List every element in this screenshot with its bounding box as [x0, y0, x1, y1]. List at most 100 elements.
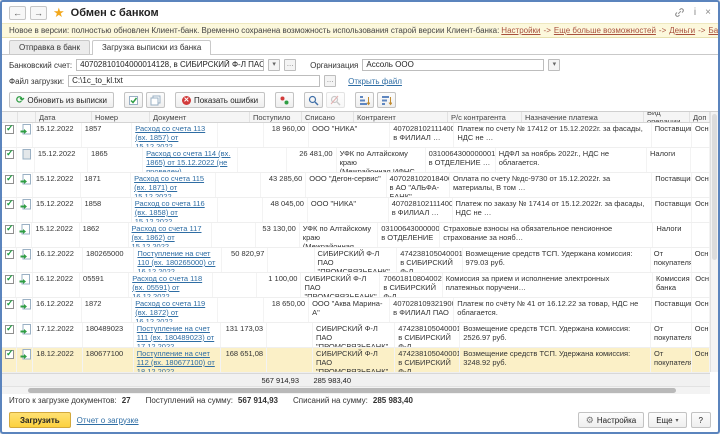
- tab-send-to-bank[interactable]: Отправка в банк: [9, 40, 90, 54]
- document-link[interactable]: Расход со счета 116 (вх. 1858) от 15.12.…: [135, 199, 205, 222]
- column-header-received[interactable]: Поступило: [250, 112, 302, 122]
- show-errors-button[interactable]: ✕ Показать ошибки: [175, 92, 265, 108]
- organization-dropdown-icon[interactable]: ▾: [548, 59, 560, 71]
- close-window-icon[interactable]: ×: [705, 7, 711, 18]
- load-report-link[interactable]: Отчет о загрузке: [77, 416, 139, 425]
- tab-load-statement[interactable]: Загрузка выписки из банка: [92, 40, 211, 55]
- horizontal-scrollbar[interactable]: [2, 386, 710, 394]
- notification-link-money[interactable]: Деньги: [669, 26, 695, 35]
- row-checkbox[interactable]: [5, 175, 14, 184]
- dop-cell: Осн: [692, 323, 710, 347]
- table-row[interactable]: 16.12.2022 05591 Расход со счета 118 (вх…: [2, 273, 710, 298]
- link-icon[interactable]: [674, 7, 685, 18]
- number-cell: 1858: [82, 198, 132, 222]
- row-checkbox[interactable]: [5, 300, 14, 309]
- vertical-scrollbar[interactable]: [710, 112, 718, 372]
- open-file-link[interactable]: Открыть файл: [348, 77, 402, 86]
- document-link[interactable]: Поступление на счет 110 (вх. 180265000) …: [137, 249, 215, 272]
- bank-account-choose-icon[interactable]: …: [284, 59, 296, 71]
- load-button[interactable]: Загрузить: [9, 412, 71, 428]
- document-link[interactable]: Расход со счета 119 (вх. 1872) от 16.12.…: [135, 299, 205, 322]
- dop-cell: [691, 148, 710, 172]
- document-state-icon: [20, 299, 31, 310]
- notification-link-bank[interactable]: Банк: [708, 26, 718, 35]
- horizontal-scrollbar-thumb[interactable]: [28, 388, 676, 393]
- forward-button[interactable]: →: [30, 6, 47, 20]
- sort-ascending-button[interactable]: [355, 92, 374, 108]
- row-checkbox[interactable]: [5, 125, 14, 134]
- notification-link-more-features[interactable]: Еще больше возможностей: [554, 26, 656, 35]
- document-link[interactable]: Расход со счета 115 (вх. 1871) от 15.12.…: [134, 174, 204, 197]
- document-link[interactable]: Поступление на счет 112 (вх. 180677100) …: [137, 349, 215, 372]
- date-cell: 15.12.2022: [33, 198, 82, 222]
- table-row[interactable]: 15.12.2022 1858 Расход со счета 116 (вх.…: [2, 198, 710, 223]
- load-file-browse-icon[interactable]: …: [324, 75, 336, 87]
- operation-type-cell: От покупателя: [651, 323, 692, 347]
- column-header-contragent[interactable]: Контрагент: [354, 112, 448, 122]
- sort-descending-button[interactable]: [377, 92, 396, 108]
- row-checkbox[interactable]: [5, 325, 14, 334]
- marks-icon: [279, 95, 290, 106]
- document-link[interactable]: Расход со счета 118 (вх. 05591) от 16.12…: [132, 274, 202, 297]
- table-row[interactable]: 16.12.2022 180265000 Поступление на счет…: [2, 248, 710, 273]
- row-checkbox[interactable]: [5, 275, 14, 284]
- table-row[interactable]: 15.12.2022 1871 Расход со счета 115 (вх.…: [2, 173, 710, 198]
- row-checkbox[interactable]: [5, 225, 14, 234]
- set-marks-button[interactable]: [275, 92, 294, 108]
- document-link[interactable]: Расход со счета 114 (вх. 1865) от 15.12.…: [146, 149, 230, 172]
- check-all-button[interactable]: [124, 92, 143, 108]
- more-button[interactable]: Еще ▾: [648, 412, 686, 428]
- column-header-date[interactable]: Дата: [36, 112, 92, 122]
- bank-account-dropdown-icon[interactable]: ▾: [268, 59, 280, 71]
- table-row[interactable]: 16.12.2022 1872 Расход со счета 119 (вх.…: [2, 298, 710, 323]
- load-file-field[interactable]: C:\1c_to_kl.txt: [68, 75, 320, 87]
- cancel-search-button[interactable]: [326, 92, 345, 108]
- table-row[interactable]: 18.12.2022 180677100 Поступление на счет…: [2, 348, 710, 373]
- column-header-document[interactable]: Документ: [150, 112, 250, 122]
- table-row[interactable]: 15.12.2022 1857 Расход со счета 113 (вх.…: [2, 123, 710, 148]
- total-docs-value: 27: [122, 396, 131, 405]
- document-link[interactable]: Поступление на счет 111 (вх. 180489023) …: [137, 324, 214, 347]
- row-checkbox[interactable]: [5, 200, 14, 209]
- table-row[interactable]: 15.12.2022 1862 Расход со счета 117 (вх.…: [2, 223, 710, 248]
- account-cell: 407028109321900000… в ФИЛИАЛ ПАО …: [390, 298, 454, 322]
- row-checkbox[interactable]: [5, 350, 14, 359]
- organization-field[interactable]: Ассоль ООО: [362, 59, 544, 71]
- favorite-star-icon[interactable]: ★: [53, 5, 65, 21]
- row-checkbox[interactable]: [5, 250, 14, 259]
- date-cell: 15.12.2022: [33, 123, 82, 147]
- table-row[interactable]: 17.12.2022 180489023 Поступление на счет…: [2, 323, 710, 348]
- account-cell: 407028102111400056… в ФИЛИАЛ …: [389, 198, 453, 222]
- help-button[interactable]: ?: [691, 412, 711, 428]
- find-button[interactable]: [304, 92, 323, 108]
- refresh-from-statement-button[interactable]: ⟳ Обновить из выписки: [9, 92, 114, 108]
- uncheck-all-icon: [150, 95, 161, 106]
- vertical-scrollbar-thumb[interactable]: [712, 114, 717, 260]
- search-icon: [308, 95, 319, 106]
- settings-button[interactable]: ⚙ Настройка: [578, 412, 644, 428]
- info-icon[interactable]: i: [694, 7, 696, 18]
- uncheck-all-button[interactable]: [146, 92, 165, 108]
- table-row[interactable]: 15.12.2022 1865 Расход со счета 114 (вх.…: [2, 148, 710, 173]
- number-cell: 1871: [81, 173, 131, 197]
- column-header-purpose[interactable]: Назначение платежа: [522, 112, 644, 122]
- column-header-account[interactable]: Р/с контрагента: [448, 112, 522, 122]
- column-header-operation[interactable]: Вид операции: [644, 112, 690, 122]
- operation-type-cell: Комиссия банка: [653, 273, 692, 297]
- column-header-number[interactable]: Номер: [92, 112, 150, 122]
- written-off-cell: 26 481,00: [287, 148, 336, 172]
- back-button[interactable]: ←: [9, 6, 26, 20]
- document-link[interactable]: Расход со счета 113 (вх. 1857) от 15.12.…: [135, 124, 205, 147]
- operation-type-cell: Поставщику: [652, 123, 692, 147]
- titlebar: ← → ★ Обмен с банком i ×: [2, 2, 718, 23]
- column-header-dop[interactable]: Доп: [690, 112, 710, 122]
- dop-cell: Осн: [692, 298, 710, 322]
- row-checkbox[interactable]: [5, 150, 14, 159]
- purpose-cell: Комиссия за прием и исполнение электронн…: [443, 273, 653, 297]
- document-link[interactable]: Расход со счета 117 (вх. 1862) от 15.12.…: [132, 224, 202, 247]
- written-off-cell: 48 045,00: [263, 198, 308, 222]
- bank-account-field[interactable]: 40702810104000014128, в СИБИРСКИЙ Ф-Л ПА…: [76, 59, 264, 71]
- notification-link-settings[interactable]: Настройки: [501, 26, 540, 35]
- received-cell: 131 173,03: [221, 323, 267, 347]
- column-header-written-off[interactable]: Списано: [302, 112, 354, 122]
